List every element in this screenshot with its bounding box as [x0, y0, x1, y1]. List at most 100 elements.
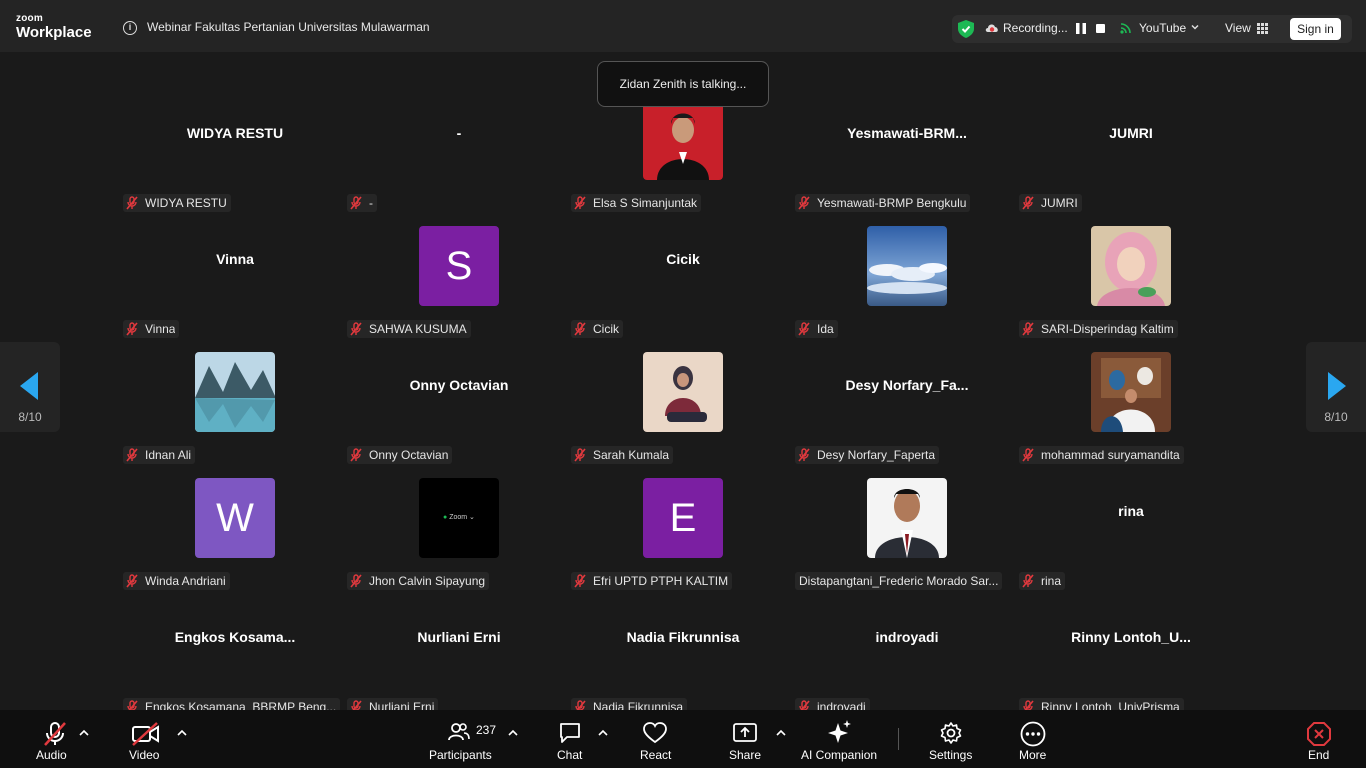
chevron-down-icon[interactable] [1190, 22, 1200, 32]
participant-display-name: Nurliani Erni [417, 629, 501, 645]
settings-label: Settings [929, 748, 973, 762]
cloud-record-icon [985, 24, 998, 32]
stream-label[interactable]: YouTube [1139, 21, 1186, 35]
chevron-up-icon[interactable] [177, 729, 187, 737]
heart-icon [643, 722, 667, 744]
participant-tile[interactable]: rina rina [1019, 448, 1243, 590]
gear-icon [940, 722, 962, 744]
participant-tile[interactable]: SARI-Disperindag Kaltim [1019, 196, 1243, 338]
grid-view-icon[interactable] [1257, 23, 1268, 34]
meeting-title: Webinar Fakultas Pertanian Universitas M… [147, 20, 430, 34]
participant-tile[interactable]: -- [347, 70, 571, 212]
ai-companion-button[interactable]: AI Companion [800, 710, 880, 768]
chevron-up-icon[interactable] [508, 729, 518, 737]
chat-icon [560, 723, 580, 743]
chevron-up-icon[interactable] [79, 729, 89, 737]
participant-avatar-initial: W [195, 478, 275, 558]
participant-avatar-initial: S [419, 226, 499, 306]
logo-text-bottom: Workplace [16, 24, 92, 41]
previous-page-button[interactable]: 8/10 [0, 342, 60, 432]
participant-tile[interactable]: Idnan Ali [123, 322, 347, 464]
participant-tile[interactable]: Nadia Fikrunnisa Nadia Fikrunnisa [571, 574, 795, 716]
participant-tile[interactable]: Engkos Kosama... Engkos Kosamana_BBRMP Be… [123, 574, 347, 716]
participant-tile[interactable]: Nurliani Erni Nurliani Erni [347, 574, 571, 716]
sign-in-button[interactable]: Sign in [1290, 18, 1341, 40]
participant-avatar-zoom-black: ● Zoom ⌄ [419, 478, 499, 558]
chevron-up-icon[interactable] [598, 729, 608, 737]
participant-tile[interactable]: W Winda Andriani [123, 448, 347, 590]
participant-avatar-photo-lake [195, 352, 275, 432]
participant-display-name: Vinna [216, 251, 254, 267]
more-label: More [1019, 748, 1047, 762]
participant-display-name: JUMRI [1109, 125, 1153, 141]
video-button[interactable]: Video [128, 710, 168, 768]
participants-button[interactable]: Participants [428, 710, 498, 768]
participant-tile[interactable]: E Efri UPTD PTPH KALTIM [571, 448, 795, 590]
participant-tile[interactable]: Rinny Lontoh_U... Rinny Lontoh_UnivPrisma [1019, 574, 1243, 716]
settings-button[interactable]: Settings [928, 710, 974, 768]
participant-tile[interactable]: Cicik Cicik [571, 196, 795, 338]
participant-tile[interactable]: ● Zoom ⌄ Jhon Calvin Sipayung [347, 448, 571, 590]
participant-tile[interactable]: WIDYA RESTU WIDYA RESTU [123, 70, 347, 212]
participant-tile[interactable]: Sarah Kumala [571, 322, 795, 464]
participant-display-name: indroyadi [875, 629, 939, 645]
end-icon [1307, 722, 1331, 746]
participant-display-name: Nadia Fikrunnisa [626, 629, 740, 645]
participant-avatar-photo-clouds [867, 226, 947, 306]
chat-button[interactable]: Chat [555, 710, 589, 768]
share-screen-icon [733, 723, 757, 742]
react-label: React [640, 748, 672, 762]
react-button[interactable]: React [638, 710, 674, 768]
view-label[interactable]: View [1225, 21, 1251, 35]
pause-icon[interactable] [1076, 23, 1086, 34]
participant-tile[interactable]: JUMRI JUMRI [1019, 70, 1243, 212]
top-bar: zoom Workplace i Webinar Fakultas Pertan… [0, 0, 1366, 52]
participant-avatar-photo-man-suit [867, 478, 947, 558]
participant-tile[interactable]: Yesmawati-BRM... Yesmawati-BRMP Bengkulu [795, 70, 1019, 212]
sparkle-icon [828, 720, 851, 743]
next-page-button[interactable]: 8/10 [1306, 342, 1366, 432]
participant-tile[interactable]: Onny Octavian Onny Octavian [347, 322, 571, 464]
arrow-right-icon [1328, 372, 1346, 400]
video-label: Video [129, 748, 160, 762]
more-icon [1020, 721, 1046, 747]
page-indicator: 8/10 [1324, 410, 1348, 424]
arrow-left-icon [20, 372, 38, 400]
chat-label: Chat [557, 748, 583, 762]
end-label: End [1308, 748, 1330, 762]
participant-display-name: Desy Norfary_Fa... [845, 377, 969, 393]
audio-button[interactable]: Audio [34, 710, 74, 768]
participant-tile[interactable]: Desy Norfary_Fa... Desy Norfary_Faperta [795, 322, 1019, 464]
participant-tile[interactable]: Ida [795, 196, 1019, 338]
mic-muted-icon [44, 722, 66, 746]
participant-avatar-initial: E [643, 478, 723, 558]
participant-avatar-photo-family [1091, 352, 1171, 432]
logo-text-top: zoom [16, 13, 43, 24]
participant-display-name: WIDYA RESTU [186, 125, 284, 141]
participant-display-name: - [456, 125, 462, 141]
zoom-small-logo: ● Zoom ⌄ [443, 514, 475, 521]
gallery-view: WIDYA RESTU WIDYA RESTU - - Elsa S Simanjunt… [0, 52, 1366, 716]
share-button[interactable]: Share [728, 710, 764, 768]
toolbar-divider [898, 728, 899, 750]
stop-icon[interactable] [1096, 24, 1105, 33]
ai-companion-label: AI Companion [801, 748, 878, 762]
info-icon[interactable]: i [123, 21, 137, 35]
recording-label[interactable]: Recording... [1003, 21, 1068, 35]
participant-tile[interactable]: Vinna Vinna [123, 196, 347, 338]
participant-tile[interactable]: indroyadi indroyadi [795, 574, 1019, 716]
participant-tile[interactable]: Distapangtani_Frederic Morado Sar... [795, 448, 1019, 590]
participants-label: Participants [429, 748, 492, 762]
participant-tile[interactable]: mohammad suryamandita [1019, 322, 1243, 464]
talking-indicator: Zidan Zenith is talking... [597, 61, 769, 107]
participants-count: 237 [476, 723, 497, 737]
video-off-icon [132, 722, 159, 746]
more-button[interactable]: More [1018, 710, 1050, 768]
shield-check-icon[interactable] [958, 20, 974, 38]
participant-tile[interactable]: S SAHWA KUSUMA [347, 196, 571, 338]
participant-display-name: Onny Octavian [409, 377, 509, 393]
audio-label: Audio [36, 748, 67, 762]
end-button[interactable]: End [1305, 710, 1333, 768]
participant-display-name: Rinny Lontoh_U... [1071, 629, 1191, 645]
chevron-up-icon[interactable] [776, 729, 786, 737]
